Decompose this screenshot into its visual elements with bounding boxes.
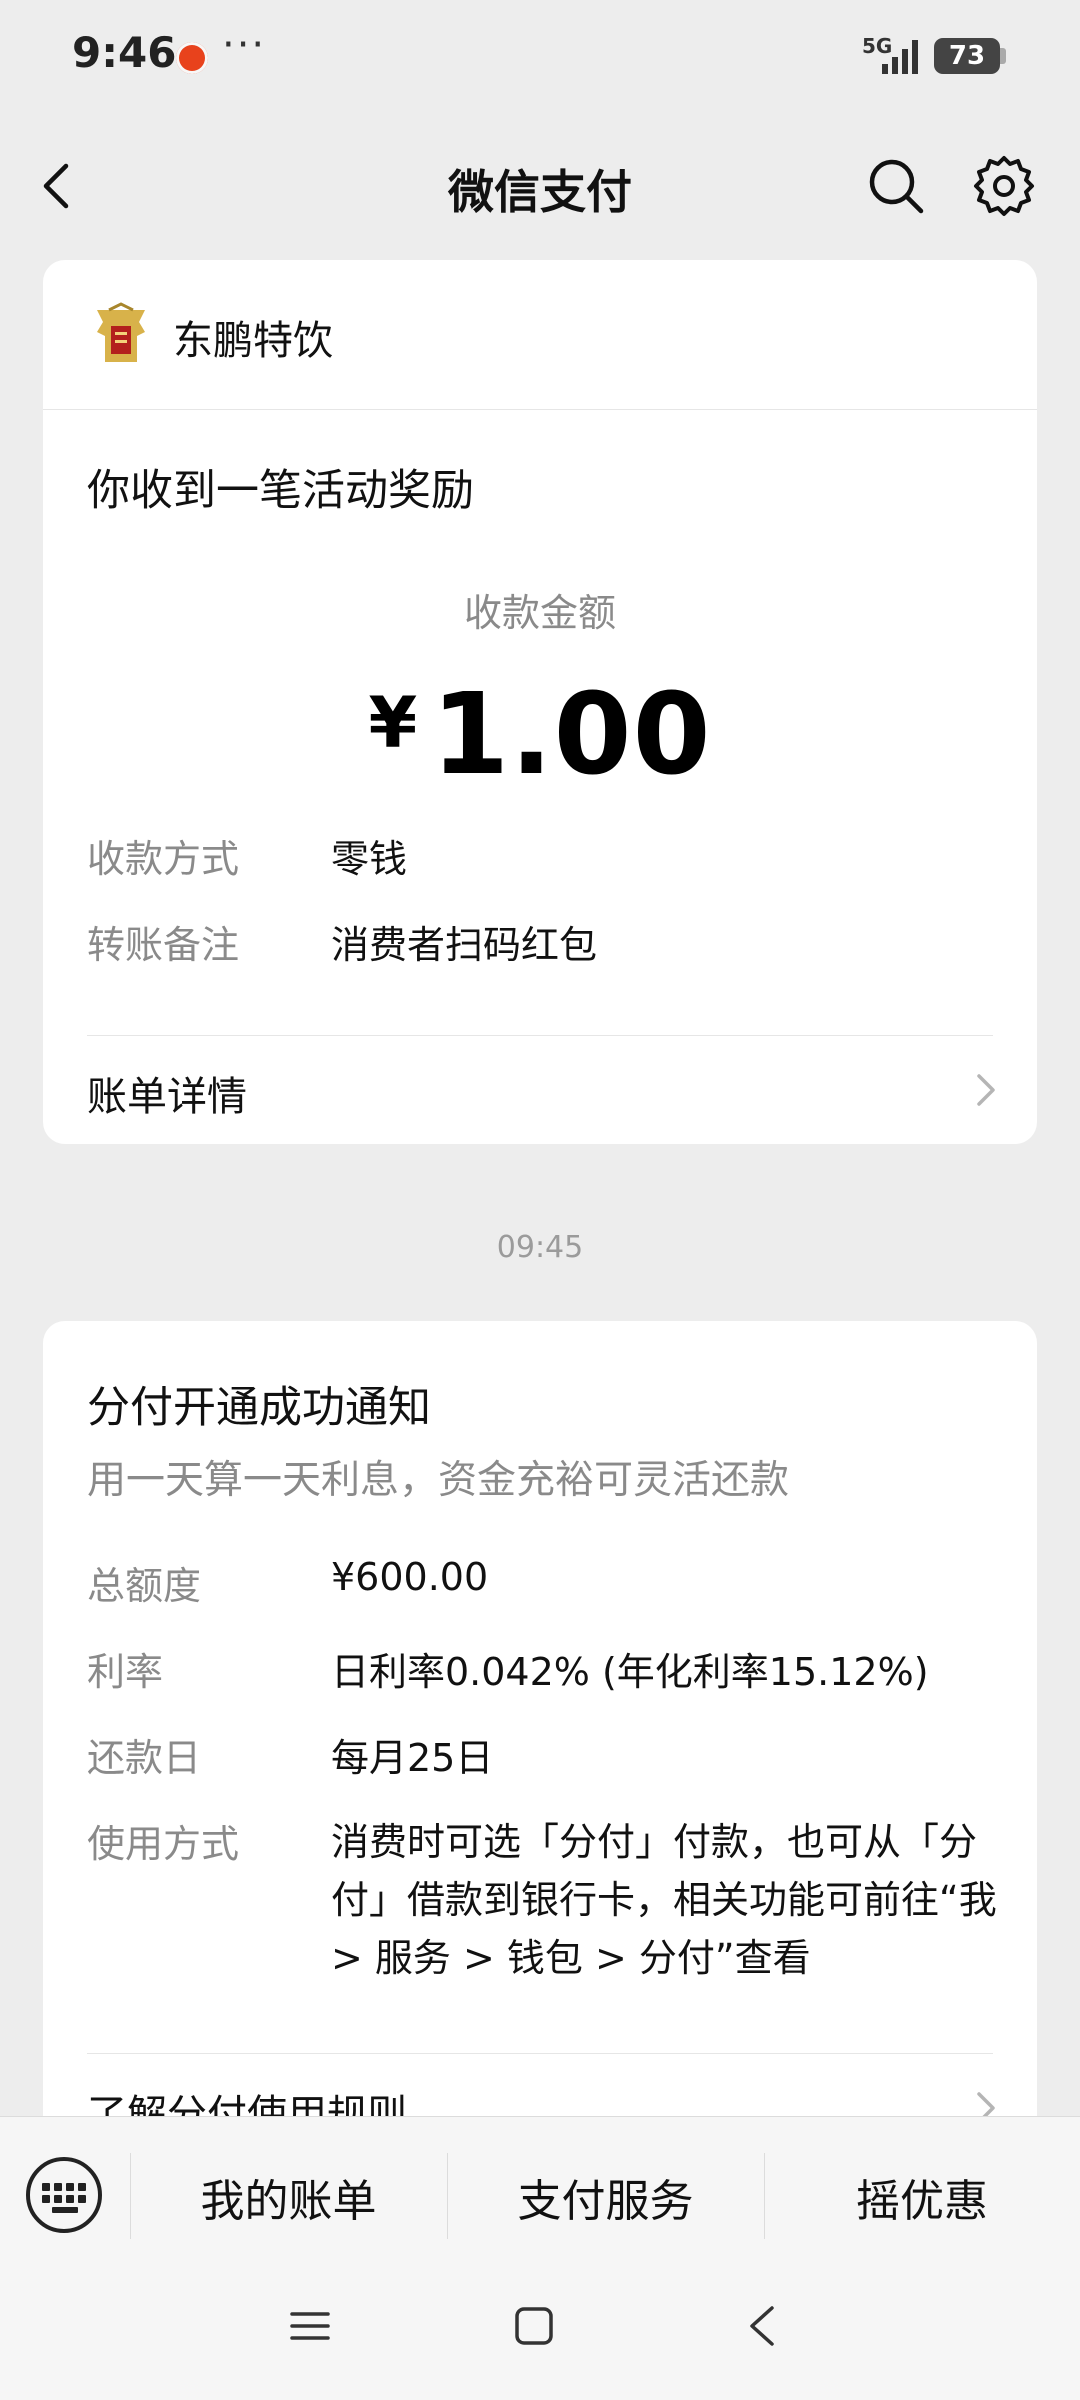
card-heading: 你收到一笔活动奖励 — [87, 466, 474, 516]
menu-payment-services[interactable]: 支付服务 — [447, 2165, 764, 2229]
bill-details-label: 账单详情 — [87, 1074, 247, 1120]
message-timestamp: 09:45 — [496, 1230, 584, 1265]
total-limit-value: ¥600.00 — [331, 1555, 489, 1599]
transfer-note-label: 转账备注 — [87, 923, 240, 967]
interest-rate-label: 利率 — [87, 1650, 164, 1694]
status-time: 9:46 — [72, 28, 177, 77]
keyboard-icon[interactable] — [26, 2157, 102, 2233]
battery-level: 73 — [948, 41, 986, 71]
title-bar: 微信支付 — [0, 128, 1080, 246]
payment-notification-card: 东鹏特饮 你收到一笔活动奖励 收款金额 ¥1.00 收款方式 零钱 转账备注 消… — [43, 260, 1037, 1144]
amount-label: 收款金额 — [463, 591, 616, 635]
app-notification-icon — [176, 42, 208, 74]
notice-subtitle: 用一天算一天利息，资金充裕可灵活还款 — [87, 1458, 790, 1503]
merchant-header[interactable]: 东鹏特饮 — [43, 260, 1037, 410]
total-limit-label: 总额度 — [87, 1564, 202, 1608]
interest-rate-value: 日利率0.042% (年化利率15.12%) — [331, 1650, 929, 1694]
gear-icon[interactable] — [972, 154, 1036, 218]
nav-home-icon[interactable] — [514, 2306, 554, 2346]
chevron-right-icon — [977, 1074, 995, 1106]
nav-recents-icon[interactable] — [290, 2306, 330, 2346]
transfer-note-value: 消费者扫码红包 — [331, 923, 598, 967]
payment-method-label: 收款方式 — [87, 837, 240, 881]
amount: ¥1.00 — [43, 670, 1037, 800]
battery-nub — [1000, 48, 1006, 64]
battery-icon: 73 — [934, 38, 1000, 74]
menu-shake-offers[interactable]: 摇优惠 — [764, 2165, 1080, 2229]
bill-details-link[interactable]: 账单详情 — [43, 1036, 1037, 1144]
repayment-day-value: 每月25日 — [331, 1736, 494, 1780]
nav-back-icon[interactable] — [744, 2304, 780, 2348]
repayment-day-label: 还款日 — [87, 1736, 202, 1780]
usage-label: 使用方式 — [87, 1822, 240, 1866]
bottom-menu: 我的账单 支付服务 摇优惠 — [0, 2116, 1080, 2400]
notice-heading: 分付开通成功通知 — [87, 1383, 431, 1433]
merchant-logo — [97, 302, 145, 362]
search-icon[interactable] — [866, 156, 926, 216]
usage-value: 消费时可选「分付」付款，也可从「分付」借款到银行卡，相关功能可前往“我 > 服务… — [331, 1820, 997, 1980]
merchant-name: 东鹏特饮 — [173, 318, 333, 364]
more-notifications-icon: ··· — [222, 22, 267, 68]
payment-method-value: 零钱 — [331, 837, 408, 881]
menu-my-bills[interactable]: 我的账单 — [130, 2165, 447, 2229]
status-bar: 9:46 ··· 5G 73 — [0, 0, 1080, 118]
currency-symbol: ¥ — [368, 682, 418, 764]
amount-value: 1.00 — [431, 670, 712, 800]
signal-icon — [882, 40, 918, 74]
